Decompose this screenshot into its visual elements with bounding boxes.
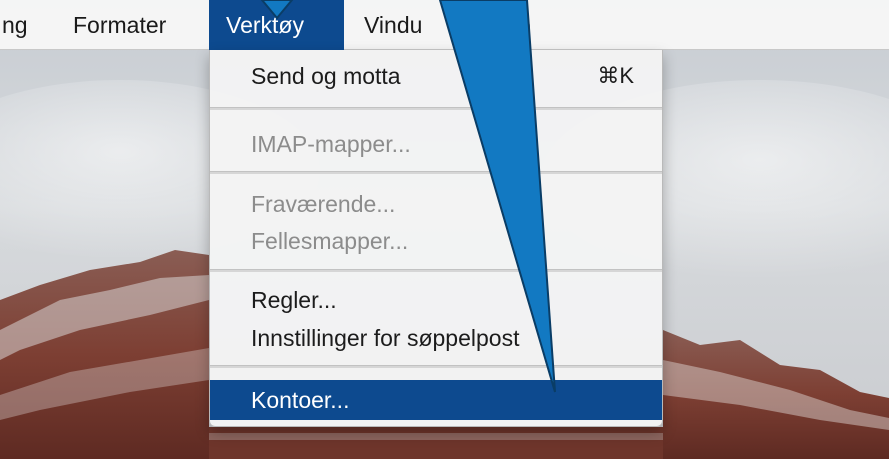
keyboard-shortcut: ⌘K [597, 63, 634, 88]
menu-item-label: Regler... [251, 287, 337, 313]
menu-item-label: Kontoer... [251, 387, 350, 413]
menu-separator [210, 171, 662, 174]
menu-separator [210, 365, 662, 368]
menu-item-label: IMAP-mapper... [251, 131, 411, 157]
menu-separator [210, 107, 662, 110]
menu-item-label: Fellesmapper... [251, 228, 409, 254]
menu-bar-item-vindu[interactable]: Vindu [349, 0, 437, 50]
menu-item-label: Fraværende... [251, 191, 396, 217]
menu-item-innstillinger-for-soppelpost[interactable]: Innstillinger for søppelpost [210, 318, 662, 358]
menu-bar-item-partial-right[interactable]: p [518, 0, 531, 50]
screenshot-stage: ng Formater Verktøy Vindu p Send og mott… [0, 0, 889, 459]
menu-bar-item-formater[interactable]: Formater [58, 0, 181, 50]
menu-item-fravaerende[interactable]: Fraværende... [210, 184, 662, 224]
menu-bar: ng Formater Verktøy Vindu p [0, 0, 889, 50]
verktoy-dropdown-menu: Send og motta ⌘K IMAP-mapper... Fraværen… [209, 50, 663, 427]
menu-item-kontoer[interactable]: Kontoer... [210, 380, 662, 420]
menu-item-label: Innstillinger for søppelpost [251, 325, 520, 351]
menu-separator [210, 269, 662, 272]
menu-item-regler[interactable]: Regler... [210, 280, 662, 320]
menu-bar-item-verktoy[interactable]: Verktøy [209, 0, 344, 50]
menu-item-send-og-motta[interactable]: Send og motta ⌘K [210, 56, 662, 96]
menu-item-fellesmapper[interactable]: Fellesmapper... [210, 221, 662, 261]
menu-item-label: Send og motta [251, 63, 401, 89]
menu-item-imap-mapper[interactable]: IMAP-mapper... [210, 124, 662, 164]
menu-bar-item-partial-left[interactable]: ng [0, 0, 28, 50]
